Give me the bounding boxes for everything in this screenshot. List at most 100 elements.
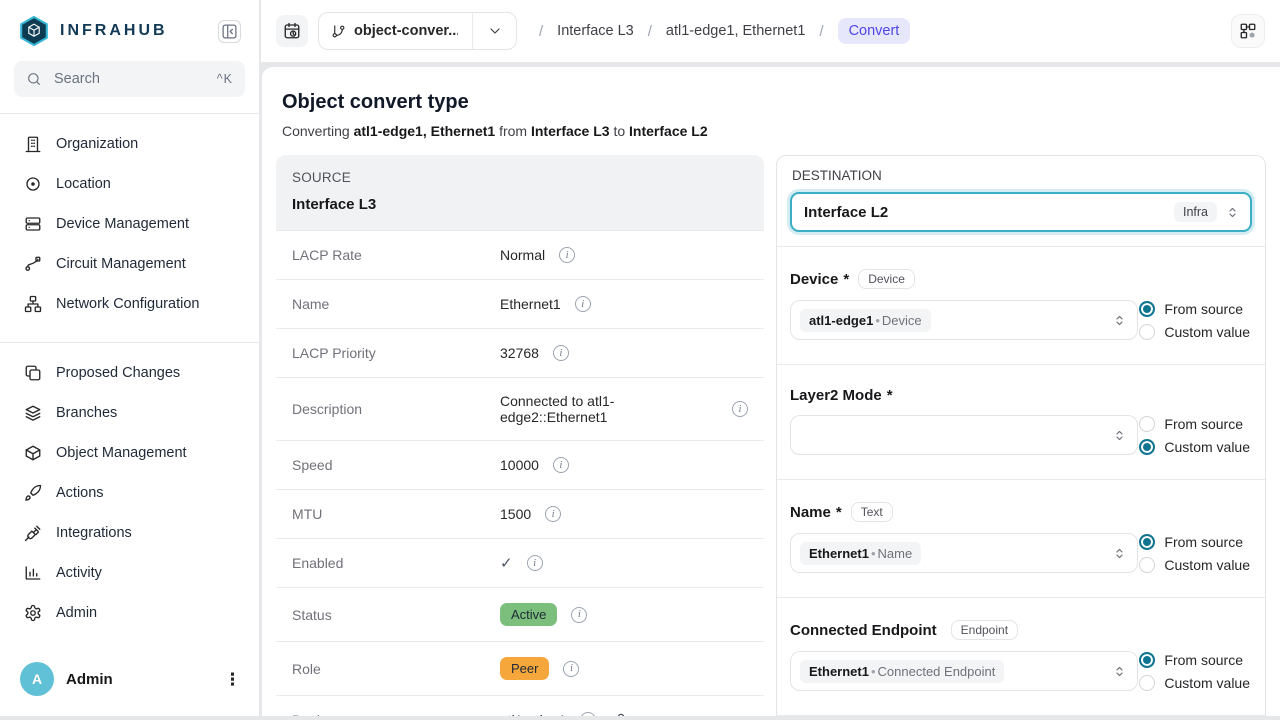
user-menu-kebab-icon[interactable]: ⋮ bbox=[224, 671, 241, 688]
source-row-mtu: MTU 1500i bbox=[276, 489, 764, 538]
info-icon[interactable]: i bbox=[553, 457, 569, 473]
chevrons-up-down-icon bbox=[1112, 664, 1127, 679]
radio-label: From source bbox=[1164, 301, 1243, 317]
infrahub-logo-icon bbox=[18, 15, 50, 47]
proposed-changes-icon bbox=[24, 364, 42, 382]
breadcrumb-separator: / bbox=[819, 23, 823, 40]
breadcrumb-item-convert[interactable]: Convert bbox=[838, 18, 911, 44]
sidebar-item-object-management[interactable]: Object Management bbox=[0, 433, 259, 473]
topbar: object-conver... / Interface L3 / atl1-e… bbox=[261, 0, 1280, 62]
source-panel: SOURCE Interface L3 LACP Rate Normali Na… bbox=[276, 155, 764, 716]
source-eyebrow: SOURCE bbox=[292, 170, 748, 185]
source-header: SOURCE Interface L3 bbox=[276, 155, 764, 230]
sidebar-item-actions[interactable]: Actions bbox=[0, 473, 259, 513]
info-icon[interactable]: i bbox=[571, 607, 587, 623]
from-source-radio[interactable]: From source bbox=[1139, 416, 1250, 432]
branch-chevron-down-icon[interactable] bbox=[472, 13, 516, 49]
sidebar-item-branches[interactable]: Branches bbox=[0, 393, 259, 433]
field-label: Layer2 Mode bbox=[790, 387, 882, 404]
destination-type-select[interactable]: Interface L2 Infra bbox=[790, 192, 1252, 232]
property-label: Device bbox=[292, 712, 500, 716]
custom-value-radio[interactable]: Custom value bbox=[1139, 675, 1250, 691]
radio-label: Custom value bbox=[1164, 557, 1250, 573]
name-select[interactable]: Ethernet1•Name bbox=[790, 533, 1138, 573]
property-label: LACP Priority bbox=[292, 345, 500, 361]
sidebar-item-proposed-changes[interactable]: Proposed Changes bbox=[0, 353, 259, 393]
lock-icon bbox=[613, 712, 629, 716]
info-icon[interactable]: i bbox=[732, 401, 748, 417]
radio-dot bbox=[1139, 301, 1155, 317]
brand-title: INFRAHUB bbox=[60, 22, 168, 40]
info-icon[interactable]: i bbox=[563, 661, 579, 677]
layers-icon bbox=[24, 404, 42, 422]
info-icon[interactable]: i bbox=[580, 712, 596, 716]
radio-dot bbox=[1139, 439, 1155, 455]
connected-endpoint-select[interactable]: Ethernet1•Connected Endpoint bbox=[790, 651, 1138, 691]
source-type: Interface L3 bbox=[292, 196, 748, 213]
field-kind-badge: Device bbox=[858, 269, 915, 289]
device-link[interactable]: atl1-edge1 bbox=[500, 712, 566, 716]
breadcrumb-item-object[interactable]: atl1-edge1, Ethernet1 bbox=[666, 23, 805, 39]
from-source-radio[interactable]: From source bbox=[1139, 301, 1250, 317]
property-label: Description bbox=[292, 401, 500, 417]
sidebar-item-activity[interactable]: Activity bbox=[0, 553, 259, 593]
breadcrumb-item-interface-l3[interactable]: Interface L3 bbox=[557, 23, 634, 39]
custom-value-radio[interactable]: Custom value bbox=[1139, 324, 1250, 340]
sidebar-item-label: Location bbox=[56, 176, 111, 192]
sidebar-collapse-button[interactable] bbox=[218, 20, 241, 43]
sidebar-item-organization[interactable]: Organization bbox=[0, 124, 259, 164]
layer2-mode-select[interactable] bbox=[790, 415, 1138, 455]
info-icon[interactable]: i bbox=[545, 506, 561, 522]
required-mark: * bbox=[887, 387, 893, 404]
info-icon[interactable]: i bbox=[527, 555, 543, 571]
schema-visualizer-button[interactable] bbox=[1231, 14, 1265, 48]
sidebar-item-integrations[interactable]: Integrations bbox=[0, 513, 259, 553]
bar-chart-icon bbox=[24, 564, 42, 582]
branch-name: object-conver... bbox=[354, 23, 458, 39]
sidebar: INFRAHUB Search ^K Organization Location… bbox=[0, 0, 260, 716]
avatar: A bbox=[20, 662, 54, 696]
sidebar-item-label: Organization bbox=[56, 136, 138, 152]
sidebar-item-label: Admin bbox=[56, 605, 97, 621]
field-kind-badge: Text bbox=[851, 502, 893, 522]
plug-icon bbox=[24, 524, 42, 542]
property-label: Status bbox=[292, 607, 500, 623]
sidebar-item-circuit-management[interactable]: Circuit Management bbox=[0, 244, 259, 284]
breadcrumb-separator: / bbox=[539, 23, 543, 40]
custom-value-radio[interactable]: Custom value bbox=[1139, 557, 1250, 573]
source-row-speed: Speed 10000i bbox=[276, 440, 764, 489]
device-select[interactable]: atl1-edge1•Device bbox=[790, 300, 1138, 340]
breadcrumb-separator: / bbox=[648, 23, 652, 40]
info-icon[interactable]: i bbox=[559, 247, 575, 263]
network-icon bbox=[24, 295, 42, 313]
source-row-status: Status Activei bbox=[276, 587, 764, 641]
destination-footer: Convert bbox=[777, 715, 1265, 716]
branch-selector[interactable]: object-conver... bbox=[318, 12, 517, 50]
destination-eyebrow: DESTINATION bbox=[792, 168, 1252, 183]
status-badge: Active bbox=[500, 603, 557, 626]
sidebar-item-admin[interactable]: Admin bbox=[0, 593, 259, 633]
source-row-lacp-rate: LACP Rate Normali bbox=[276, 230, 764, 279]
sidebar-item-network-configuration[interactable]: Network Configuration bbox=[0, 284, 259, 324]
property-label: Name bbox=[292, 296, 500, 312]
chevrons-up-down-icon bbox=[1225, 205, 1240, 220]
page-title: Object convert type bbox=[282, 91, 1260, 114]
sidebar-item-location[interactable]: Location bbox=[0, 164, 259, 204]
sidebar-item-label: Actions bbox=[56, 485, 104, 501]
sidebar-item-device-management[interactable]: Device Management bbox=[0, 204, 259, 244]
radio-dot bbox=[1139, 534, 1155, 550]
selected-value-pill: Ethernet1•Connected Endpoint bbox=[800, 660, 1004, 683]
search-input[interactable]: Search ^K bbox=[14, 61, 245, 97]
field-device: Device * Device atl1-edge1•Device From s… bbox=[777, 246, 1265, 364]
field-kind-badge: Endpoint bbox=[951, 620, 1018, 640]
source-row-enabled: Enabled ✓i bbox=[276, 538, 764, 587]
info-icon[interactable]: i bbox=[575, 296, 591, 312]
custom-value-radio[interactable]: Custom value bbox=[1139, 439, 1250, 455]
from-source-radio[interactable]: From source bbox=[1139, 652, 1250, 668]
from-source-radio[interactable]: From source bbox=[1139, 534, 1250, 550]
info-icon[interactable]: i bbox=[553, 345, 569, 361]
radio-dot bbox=[1139, 324, 1155, 340]
field-connected-endpoint: Connected Endpoint Endpoint Ethernet1•Co… bbox=[777, 597, 1265, 715]
time-travel-button[interactable] bbox=[276, 15, 308, 47]
field-name: Name * Text Ethernet1•Name From source bbox=[777, 479, 1265, 597]
